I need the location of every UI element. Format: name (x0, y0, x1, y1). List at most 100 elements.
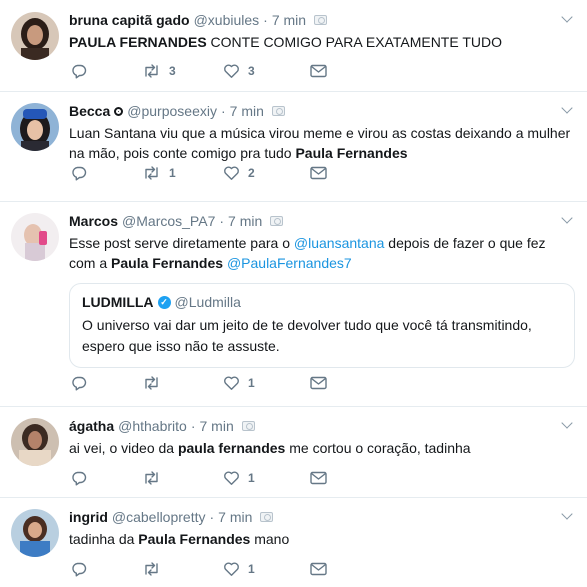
retweet-button[interactable] (142, 375, 223, 391)
retweet-button[interactable]: 1 (142, 165, 223, 181)
like-count: 1 (248, 376, 255, 390)
retweet-button[interactable] (142, 561, 223, 577)
reply-button[interactable] (71, 561, 142, 577)
like-button[interactable]: 2 (223, 165, 310, 181)
direct-message-button[interactable] (310, 166, 327, 180)
author-handle[interactable]: @hthabrito (118, 417, 187, 435)
tweet[interactable]: ingrid @cabellopretty · 7 min tadinha da… (0, 498, 587, 587)
retweet-button[interactable] (142, 470, 223, 486)
retweet-count: 1 (169, 166, 176, 180)
quoted-tweet-header: LUDMILLA ✓ @Ludmilla (82, 293, 562, 311)
tweet[interactable]: Marcos @Marcos_PA7 · 7 min Esse post ser… (0, 202, 587, 407)
like-count: 1 (248, 562, 255, 576)
tweet-actions: 1 (71, 374, 327, 392)
reply-icon (71, 561, 87, 577)
direct-message-button[interactable] (310, 376, 327, 390)
author-name[interactable]: ingrid (69, 508, 108, 526)
envelope-icon (310, 376, 327, 390)
text-run: CONTE COMIGO PARA EXATAMENTE TUDO (206, 34, 502, 50)
avatar[interactable] (11, 213, 59, 261)
tweet-header: Marcos @Marcos_PA7 · 7 min (69, 212, 573, 230)
author-handle[interactable]: @cabellopretty (112, 508, 206, 526)
like-button[interactable]: 1 (223, 470, 310, 486)
author-name[interactable]: Marcos (69, 212, 118, 230)
camera-icon (314, 15, 328, 25)
camera-icon (241, 421, 255, 431)
tweet-text: ai vei, o video da paula fernandes me co… (69, 438, 573, 458)
avatar[interactable] (11, 509, 59, 557)
like-button[interactable]: 1 (223, 375, 310, 391)
reply-button[interactable] (71, 165, 142, 181)
highlighted-keyword: Paula Fernandes (138, 531, 251, 547)
text-run: Esse post serve diretamente para o (69, 235, 294, 251)
text-run: me cortou o coração, tadinha (285, 440, 471, 456)
quoted-author-handle[interactable]: @Ludmilla (175, 293, 241, 311)
avatar[interactable] (11, 12, 59, 60)
retweet-button[interactable]: 3 (142, 63, 223, 79)
highlighted-keyword: Paula Fernandes (111, 255, 224, 271)
reply-icon (71, 63, 87, 79)
retweet-icon (142, 165, 161, 181)
heart-icon (223, 375, 240, 391)
timestamp[interactable]: 7 min (272, 11, 306, 29)
heart-icon (223, 470, 240, 486)
like-count: 2 (248, 166, 255, 180)
heart-icon (223, 165, 240, 181)
timestamp[interactable]: 7 min (218, 508, 252, 526)
tweet[interactable]: ágatha @hthabrito · 7 min ai vei, o vide… (0, 407, 587, 498)
author-name[interactable]: bruna capitã gado (69, 11, 190, 29)
author-handle[interactable]: @xubiules (194, 11, 260, 29)
avatar[interactable] (11, 418, 59, 466)
quoted-tweet[interactable]: LUDMILLA ✓ @Ludmilla O universo vai dar … (69, 283, 575, 368)
reply-button[interactable] (71, 470, 142, 486)
envelope-icon (310, 471, 327, 485)
timestamp[interactable]: 7 min (230, 102, 264, 120)
retweet-icon (142, 63, 161, 79)
tweet-text: Luan Santana viu que a música virou meme… (69, 123, 573, 163)
camera-icon (260, 512, 274, 522)
like-count: 3 (248, 64, 255, 78)
envelope-icon (310, 166, 327, 180)
author-name[interactable]: Becca (69, 102, 110, 120)
tweet-actions: 1 (71, 560, 327, 578)
like-button[interactable]: 1 (223, 561, 310, 577)
tweet[interactable]: bruna capitã gado @xubiules · 7 min PAUL… (0, 0, 587, 92)
author-handle[interactable]: @purposeexiy (127, 102, 217, 120)
direct-message-button[interactable] (310, 471, 327, 485)
reply-icon (71, 470, 87, 486)
tweet-header: bruna capitã gado @xubiules · 7 min (69, 11, 573, 29)
highlighted-keyword: PAULA FERNANDES (69, 34, 207, 50)
quoted-author-name[interactable]: LUDMILLA (82, 293, 154, 311)
like-count: 1 (248, 471, 255, 485)
tweet-actions: 33 (71, 62, 327, 80)
text-run: mano (250, 531, 290, 547)
direct-message-button[interactable] (310, 64, 327, 78)
avatar[interactable] (11, 103, 59, 151)
tweet[interactable]: Becca @purposeexiy · 7 min Luan Santana … (0, 92, 587, 202)
reply-icon (71, 165, 87, 181)
author-handle[interactable]: @Marcos_PA7 (122, 212, 215, 230)
like-button[interactable]: 3 (223, 63, 310, 79)
timestamp[interactable]: 7 min (228, 212, 262, 230)
tweet-text: Esse post serve diretamente para o @luan… (69, 233, 573, 273)
envelope-icon (310, 64, 327, 78)
envelope-icon (310, 562, 327, 576)
mention-link[interactable]: @luansantana (294, 235, 385, 251)
highlighted-keyword: Paula Fernandes (295, 145, 408, 161)
tweet-actions: 12 (71, 164, 327, 182)
text-run: ai vei, o video da (69, 440, 178, 456)
reply-icon (71, 375, 87, 391)
direct-message-button[interactable] (310, 562, 327, 576)
author-name[interactable]: ágatha (69, 417, 114, 435)
camera-icon (271, 106, 285, 116)
tweet-text: tadinha da Paula Fernandes mano (69, 529, 573, 549)
tweet-header: Becca @purposeexiy · 7 min (69, 102, 573, 120)
timestamp[interactable]: 7 min (200, 417, 234, 435)
camera-icon (270, 216, 284, 226)
reply-button[interactable] (71, 63, 142, 79)
retweet-count: 3 (169, 64, 176, 78)
reply-button[interactable] (71, 375, 142, 391)
mention-link[interactable]: @PaulaFernandes7 (227, 255, 352, 271)
tweet-actions: 1 (71, 469, 327, 487)
retweet-icon (142, 375, 161, 391)
